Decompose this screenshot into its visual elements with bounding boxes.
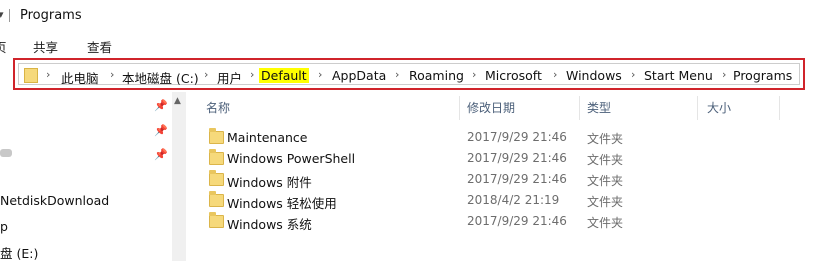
breadcrumb-start-menu[interactable]: Start Menu	[644, 68, 713, 83]
file-row[interactable]: Windows 系统 2017/9/29 21:46 文件夹	[200, 211, 800, 232]
chevron-right-icon[interactable]: ›	[318, 68, 322, 81]
tab-view[interactable]: 查看	[87, 37, 112, 56]
file-modified: 2018/4/2 21:19	[467, 193, 560, 207]
breadcrumb-this-pc[interactable]: 此电脑	[61, 68, 99, 87]
chevron-right-icon[interactable]: ›	[395, 68, 399, 81]
chevron-right-icon[interactable]: ›	[110, 68, 114, 81]
column-divider[interactable]	[779, 96, 780, 120]
chevron-right-icon[interactable]: ›	[46, 68, 50, 81]
file-row[interactable]: Windows 附件 2017/9/29 21:46 文件夹	[200, 169, 800, 190]
file-name: Maintenance	[227, 130, 308, 145]
file-name: Windows 附件	[227, 175, 312, 190]
pin-icon[interactable]: 📌	[154, 124, 168, 137]
file-modified: 2017/9/29 21:46	[467, 130, 567, 144]
column-divider[interactable]	[459, 96, 460, 120]
address-bar-highlight-frame: › 此电脑 › 本地磁盘 (C:) › 用户 › Default › AppDa…	[13, 58, 805, 90]
title-bar: ▾ Programs	[0, 0, 823, 30]
nav-scrollbar[interactable]	[172, 92, 186, 261]
file-type: 文件夹	[587, 153, 624, 167]
column-divider[interactable]	[697, 96, 698, 120]
quick-access-dropdown-icon[interactable]: ▾	[0, 8, 4, 21]
nav-item-app[interactable]: p	[0, 219, 8, 234]
scroll-up-arrow-icon[interactable]: ▲	[174, 96, 181, 106]
ribbon: 页 共享 查看	[0, 30, 823, 58]
column-header-modified[interactable]: 修改日期	[467, 99, 515, 116]
file-name: Windows 系统	[227, 217, 312, 232]
title-separator	[9, 9, 10, 22]
breadcrumb-local-disk-c[interactable]: 本地磁盘 (C:)	[122, 68, 199, 87]
breadcrumb-default[interactable]: Default	[259, 68, 309, 83]
tab-home[interactable]: 页	[0, 37, 7, 56]
file-name: Windows 轻松使用	[227, 196, 337, 211]
file-type: 文件夹	[587, 195, 624, 209]
column-header-type[interactable]: 类型	[587, 99, 611, 116]
tab-share[interactable]: 共享	[33, 37, 58, 56]
folder-icon	[24, 68, 38, 83]
chevron-right-icon[interactable]: ›	[472, 68, 476, 81]
chevron-right-icon[interactable]: ›	[250, 68, 254, 81]
breadcrumb-appdata[interactable]: AppData	[332, 68, 386, 83]
file-row[interactable]: Windows PowerShell 2017/9/29 21:46 文件夹	[200, 148, 800, 169]
nav-item-netdiskdownload[interactable]: NetdiskDownload	[0, 193, 109, 208]
column-header-size[interactable]: 大小	[707, 99, 731, 116]
chevron-right-icon[interactable]: ›	[722, 68, 726, 81]
redacted-item	[0, 149, 12, 157]
breadcrumb-roaming[interactable]: Roaming	[409, 68, 464, 83]
folder-icon	[209, 149, 224, 165]
file-type: 文件夹	[587, 174, 624, 188]
chevron-right-icon[interactable]: ›	[553, 68, 557, 81]
folder-icon	[209, 128, 224, 144]
column-header-name[interactable]: 名称	[206, 99, 230, 116]
breadcrumb-programs[interactable]: Programs	[733, 68, 792, 83]
chevron-right-icon[interactable]: ›	[204, 68, 208, 81]
folder-icon	[209, 191, 224, 207]
file-row[interactable]: Maintenance 2017/9/29 21:46 文件夹	[200, 127, 800, 148]
pin-icon[interactable]: 📌	[154, 99, 168, 112]
file-row[interactable]: Windows 轻松使用 2018/4/2 21:19 文件夹	[200, 190, 800, 211]
pin-icon[interactable]: 📌	[154, 148, 168, 161]
nav-item-drive-e[interactable]: 盘 (E:)	[0, 243, 38, 262]
column-divider[interactable]	[579, 96, 580, 120]
file-modified: 2017/9/29 21:46	[467, 172, 567, 186]
breadcrumb-windows[interactable]: Windows	[566, 68, 622, 83]
window-title: Programs	[20, 8, 82, 23]
chevron-right-icon[interactable]: ›	[631, 68, 635, 81]
address-bar[interactable]: › 此电脑 › 本地磁盘 (C:) › 用户 › Default › AppDa…	[18, 63, 800, 87]
file-name: Windows PowerShell	[227, 151, 356, 166]
folder-icon	[209, 170, 224, 186]
file-modified: 2017/9/29 21:46	[467, 214, 567, 228]
file-type: 文件夹	[587, 132, 624, 146]
file-modified: 2017/9/29 21:46	[467, 151, 567, 165]
breadcrumb-users[interactable]: 用户	[217, 68, 242, 87]
navigation-pane	[0, 92, 186, 261]
folder-icon	[209, 212, 224, 228]
breadcrumb-microsoft[interactable]: Microsoft	[485, 68, 542, 83]
file-type: 文件夹	[587, 216, 624, 230]
